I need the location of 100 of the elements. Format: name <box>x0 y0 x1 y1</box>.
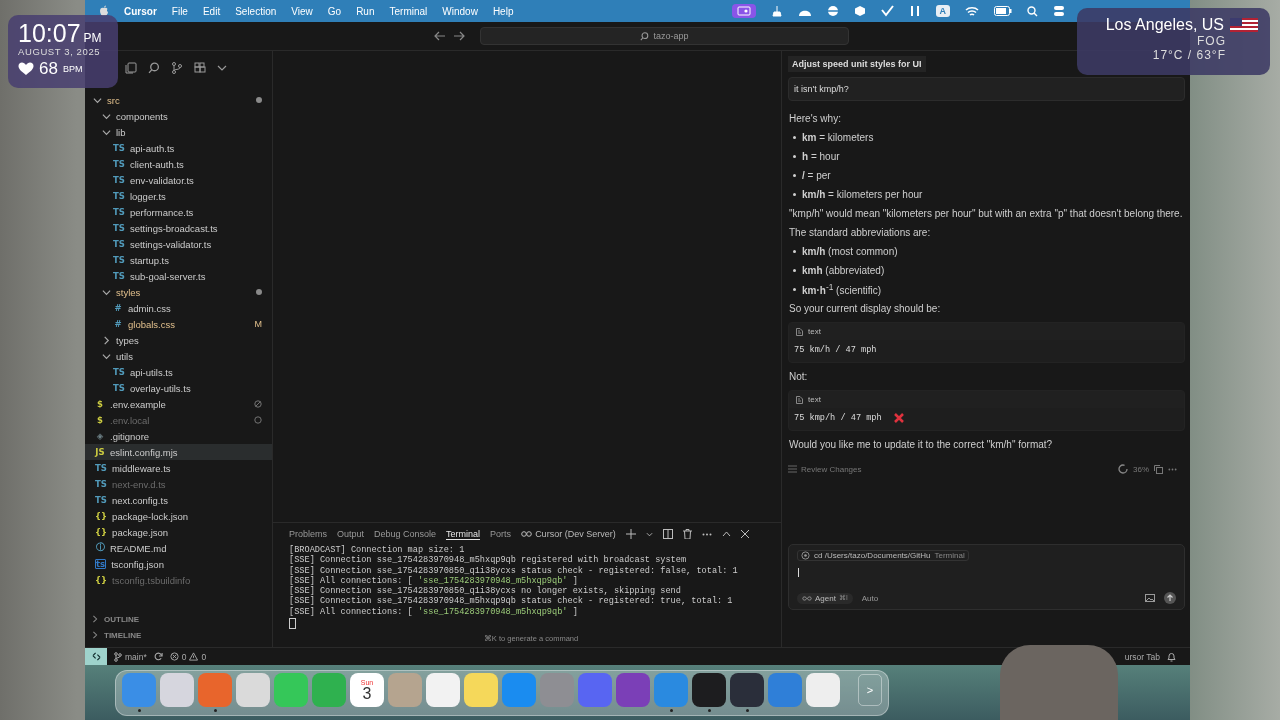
file-row[interactable]: {} tsconfig.tsbuildinfo <box>85 572 272 588</box>
status-label[interactable]: ursor Tab <box>1124 651 1160 662</box>
forward-arrow-icon[interactable] <box>453 31 465 41</box>
file-row[interactable]: TS overlay-utils.ts <box>85 380 272 396</box>
file-row[interactable]: TS env-validator.ts <box>85 172 272 188</box>
menu-item[interactable]: View <box>291 5 313 17</box>
spinner-icon <box>1118 464 1128 474</box>
folder-row[interactable]: components <box>85 108 272 124</box>
control-center-icon[interactable] <box>1053 5 1065 17</box>
context-chip[interactable]: cd /Users/tazo/Documents/GitHu Terminal <box>797 550 969 561</box>
file-row[interactable]: TS api-auth.ts <box>85 140 272 156</box>
file-row[interactable]: TS sub-goal-server.ts <box>85 268 272 284</box>
extensions-icon[interactable] <box>194 62 206 74</box>
app-menu[interactable]: Cursor <box>124 5 157 17</box>
search-icon[interactable] <box>1027 5 1038 17</box>
panel-tab[interactable]: Ports <box>490 529 512 539</box>
striped-circle-icon[interactable] <box>826 5 839 17</box>
file-row[interactable]: # globals.css M <box>85 316 272 332</box>
back-arrow-icon[interactable] <box>434 31 446 41</box>
file-row[interactable]: TS next.config.ts <box>85 492 272 508</box>
more-icon[interactable] <box>701 532 712 536</box>
model-selector[interactable]: Auto <box>861 593 879 603</box>
file-row[interactable]: {} package.json <box>85 524 272 540</box>
file-row[interactable]: {} package-lock.json <box>85 508 272 524</box>
branch-indicator[interactable]: main* <box>114 651 147 662</box>
input-source-indicator[interactable]: A <box>935 5 950 17</box>
files-icon[interactable] <box>125 62 137 74</box>
problems-indicator[interactable]: 0 0 <box>169 651 207 662</box>
file-row[interactable]: TS api-utils.ts <box>85 364 272 380</box>
split-icon[interactable] <box>662 529 673 539</box>
source-control-icon[interactable] <box>171 62 183 74</box>
terminal-selector[interactable]: Cursor (Dev Server) <box>521 529 616 539</box>
sidebar-section-header[interactable]: TIMELINE <box>85 627 272 643</box>
maximize-icon[interactable] <box>721 531 731 537</box>
weather-temperature: 17°C / 63°F <box>1152 48 1226 62</box>
file-row[interactable]: TS next-env.d.ts <box>85 476 272 492</box>
trash-icon[interactable] <box>682 529 692 539</box>
file-row[interactable]: TS performance.ts <box>85 204 272 220</box>
menu-item[interactable]: Run <box>356 5 375 17</box>
clock-time: 10:07 <box>18 20 81 46</box>
file-row[interactable]: ⓘ README.md <box>85 540 272 556</box>
remote-button[interactable] <box>85 648 107 665</box>
panel-tab[interactable]: Problems <box>289 529 327 539</box>
file-row[interactable]: # admin.css <box>85 300 272 316</box>
hexagon-icon[interactable] <box>853 5 866 17</box>
panel-tab[interactable]: Terminal <box>446 528 481 540</box>
menu-item[interactable]: Window <box>442 5 478 17</box>
panel-tab[interactable]: Output <box>337 529 365 539</box>
folder-row[interactable]: styles <box>85 284 272 300</box>
send-button[interactable] <box>1164 592 1176 604</box>
menu-item[interactable]: Terminal <box>389 5 428 17</box>
sidebar-section-header[interactable]: OUTLINE <box>85 611 272 627</box>
chevron-down-icon[interactable] <box>645 531 653 537</box>
command-search-field[interactable]: tazo-app <box>480 27 849 45</box>
code-language-label: text <box>808 327 821 336</box>
folder-row[interactable]: src <box>85 92 272 108</box>
terminal-line: [SSE] Connection sse_1754283970850_q1i38ycxs status check - registered: false, total: 1 <box>289 565 739 576</box>
menu-item[interactable]: Edit <box>202 5 221 17</box>
folder-row[interactable]: lib <box>85 124 272 140</box>
folder-row[interactable]: types <box>85 332 272 348</box>
app-icon[interactable] <box>730 673 764 712</box>
review-changes-button[interactable]: Review Changes <box>788 464 862 474</box>
sync-icon[interactable] <box>153 652 163 661</box>
file-row[interactable]: JS eslint.config.mjs <box>85 444 272 460</box>
app-icon[interactable] <box>692 673 726 712</box>
panel-tab[interactable]: Debug Console <box>374 529 437 539</box>
broom-icon[interactable] <box>770 5 783 17</box>
file-row[interactable]: $ .env.local <box>85 412 272 428</box>
more-icon[interactable] <box>1168 467 1177 471</box>
file-row[interactable]: TS client-auth.ts <box>85 156 272 172</box>
folder-row[interactable]: utils <box>85 348 272 364</box>
bell-icon[interactable] <box>1167 651 1176 662</box>
chevron-down-icon[interactable] <box>217 64 227 72</box>
menu-item[interactable]: Go <box>327 5 342 17</box>
file-row[interactable]: TS startup.ts <box>85 252 272 268</box>
bullet-dot <box>793 136 796 139</box>
response-paragraph: Would you like me to update it to the correct "km/h" format? <box>788 438 1054 452</box>
chat-title-tab[interactable]: Adjust speed unit styles for UI <box>788 56 926 72</box>
search-icon[interactable] <box>148 62 160 74</box>
plus-icon[interactable] <box>625 529 636 539</box>
file-row[interactable]: TS settings-validator.ts <box>85 236 272 252</box>
menu-item[interactable]: Selection <box>235 5 277 17</box>
file-row[interactable]: ◈ .gitignore <box>85 428 272 444</box>
file-row[interactable]: ts tsconfig.json <box>85 556 272 572</box>
wifi-icon[interactable] <box>965 5 979 17</box>
file-row[interactable]: TS middleware.ts <box>85 460 272 476</box>
file-row[interactable]: $ .env.example <box>85 396 272 412</box>
apple-logo-icon[interactable] <box>99 5 109 17</box>
close-icon[interactable] <box>740 530 749 538</box>
image-icon[interactable] <box>1145 594 1155 602</box>
battery-icon[interactable] <box>994 6 1012 16</box>
screen-share-icon[interactable] <box>731 4 756 18</box>
menu-item[interactable]: File <box>171 5 188 17</box>
terminal-cursor <box>289 618 296 630</box>
file-row[interactable]: TS settings-broadcast.ts <box>85 220 272 236</box>
file-row[interactable]: TS logger.ts <box>85 188 272 204</box>
copy-icon[interactable] <box>1154 464 1163 474</box>
menu-item[interactable]: Help <box>492 5 514 17</box>
checkmark-icon[interactable] <box>880 5 894 17</box>
code-text: 75 km/h / 47 mph <box>794 345 877 355</box>
